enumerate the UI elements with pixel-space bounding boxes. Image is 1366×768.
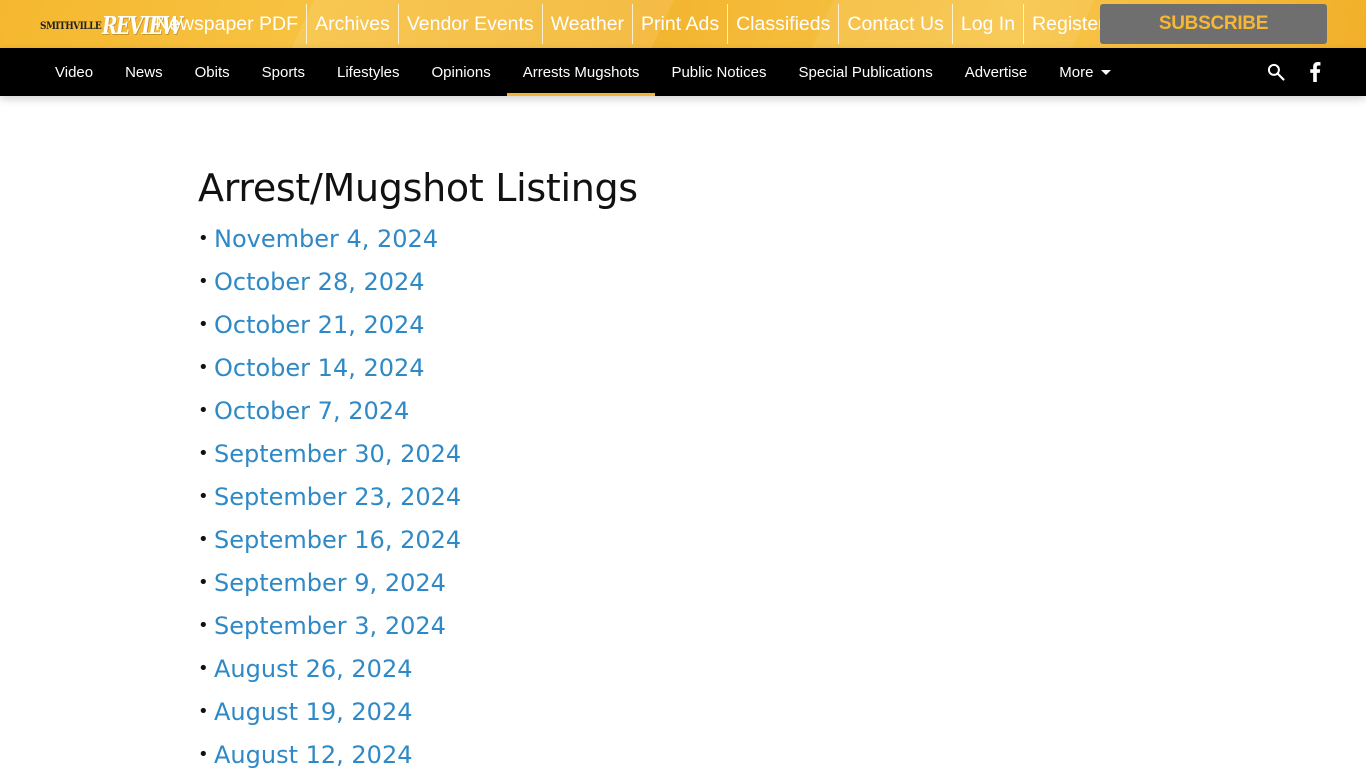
listing-link[interactable]: October 14, 2024 [214,354,425,382]
list-item: • September 3, 2024 [198,604,1098,647]
list-bullet: • [198,571,209,593]
nav-item-lifestyles[interactable]: Lifestyles [321,48,416,96]
listing-link[interactable]: September 3, 2024 [214,612,446,640]
list-bullet: • [198,614,209,636]
topnav-classifieds[interactable]: Classifieds [728,4,840,44]
list-item: • September 9, 2024 [198,561,1098,604]
nav-item-special-publications[interactable]: Special Publications [782,48,948,96]
list-item: • October 21, 2024 [198,303,1098,346]
listing-link[interactable]: August 12, 2024 [214,741,413,768]
listing-link[interactable]: October 21, 2024 [214,311,425,339]
main-content: Arrest/Mugshot Listings • November 4, 202… [198,164,1098,768]
topnav-newspaper-pdf[interactable]: Newspaper PDF [147,4,308,44]
list-bullet: • [198,313,209,335]
listing-link[interactable]: October 28, 2024 [214,268,425,296]
facebook-icon [1310,62,1321,82]
topnav-print-ads[interactable]: Print Ads [633,4,729,44]
nav-item-news[interactable]: News [109,48,179,96]
list-bullet: • [198,485,209,507]
list-item: • October 7, 2024 [198,389,1098,432]
list-item: • October 28, 2024 [198,260,1098,303]
listing-link[interactable]: September 30, 2024 [214,440,461,468]
top-nav: Newspaper PDF Archives Vendor Events Wea… [147,4,1113,44]
topnav-contact-us[interactable]: Contact Us [839,4,953,44]
logo-text-smithville: SMITHVILLE [40,21,102,32]
topnav-log-in[interactable]: Log In [953,4,1025,44]
search-icon [1267,63,1285,81]
list-bullet: • [198,442,209,464]
nav-item-arrests-mugshots[interactable]: Arrests Mugshots [506,48,656,96]
list-item: • August 12, 2024 [198,733,1098,768]
list-item: • November 4, 2024 [198,217,1098,260]
site-logo[interactable]: SMITHVILLE REVIEW [40,10,183,38]
nav-item-obits[interactable]: Obits [179,48,246,96]
listing-link[interactable]: September 23, 2024 [214,483,461,511]
topnav-weather[interactable]: Weather [543,4,634,44]
listing-link[interactable]: August 19, 2024 [214,698,413,726]
listing-link[interactable]: September 9, 2024 [214,569,446,597]
nav-item-opinions[interactable]: Opinions [416,48,507,96]
topnav-archives[interactable]: Archives [307,4,399,44]
search-button[interactable] [1262,48,1290,96]
nav-item-more-label: More [1059,63,1094,81]
nav-item-more[interactable]: More [1043,48,1127,96]
list-bullet: • [198,657,209,679]
main-nav: Video News Obits Sports Lifestyles Opini… [0,48,1366,96]
list-item: • August 26, 2024 [198,647,1098,690]
nav-item-public-notices[interactable]: Public Notices [655,48,782,96]
list-bullet: • [198,399,209,421]
list-item: • September 16, 2024 [198,518,1098,561]
list-item: • September 23, 2024 [198,475,1098,518]
listing-link[interactable]: October 7, 2024 [214,397,409,425]
page-title: Arrest/Mugshot Listings [198,166,638,210]
topnav-vendor-events[interactable]: Vendor Events [399,4,543,44]
listing-link[interactable]: August 26, 2024 [214,655,413,683]
nav-item-sports[interactable]: Sports [246,48,321,96]
list-bullet: • [198,227,209,249]
facebook-link[interactable] [1301,48,1329,96]
subscribe-button[interactable]: SUBSCRIBE [1100,4,1327,44]
list-bullet: • [198,356,209,378]
list-bullet: • [198,528,209,550]
listing-link[interactable]: November 4, 2024 [214,225,438,253]
chevron-down-icon [1101,69,1112,75]
list-item: • August 19, 2024 [198,690,1098,733]
nav-item-video[interactable]: Video [39,48,109,96]
listings-list: • November 4, 2024 • October 28, 2024 • Oct… [198,217,1098,768]
list-bullet: • [198,700,209,722]
top-bar: SMITHVILLE REVIEW Newspaper PDF Archives… [0,0,1366,48]
list-item: • October 14, 2024 [198,346,1098,389]
list-bullet: • [198,270,209,292]
list-item: • September 30, 2024 [198,432,1098,475]
list-bullet: • [198,743,209,765]
listing-link[interactable]: September 16, 2024 [214,526,461,554]
nav-item-advertise[interactable]: Advertise [949,48,1044,96]
